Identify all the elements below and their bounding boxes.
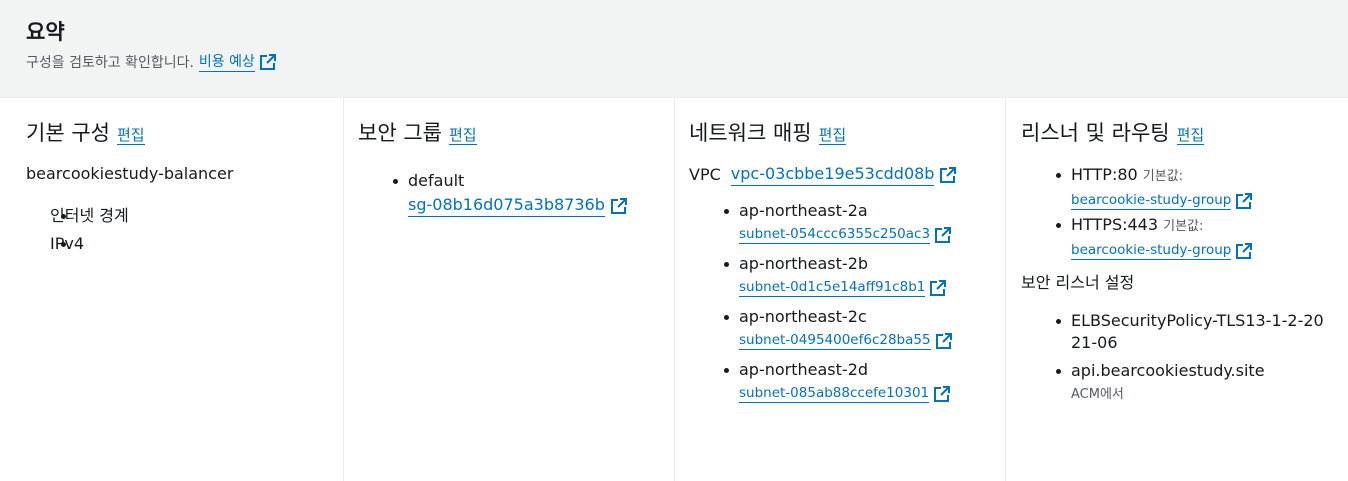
load-balancer-name: bearcookiestudy-balancer bbox=[26, 164, 234, 183]
listener-protocol: HTTPS:443 bbox=[1071, 215, 1159, 234]
subnet-link[interactable]: subnet-0495400ef6c28ba55 bbox=[739, 331, 931, 350]
certificate-domain: api.bearcookiestudy.site bbox=[1071, 361, 1265, 380]
basic-config-section: 기본 구성 편집 bearcookiestudy-balancer 인터넷 경계… bbox=[0, 98, 344, 481]
availability-zone: ap-northeast-2b bbox=[739, 254, 869, 273]
security-group-id-link[interactable]: sg-08b16d075a3b8736b bbox=[408, 194, 605, 217]
basic-config-title: 기본 구성 bbox=[26, 121, 110, 145]
external-link-icon[interactable] bbox=[610, 197, 628, 215]
summary-columns: 기본 구성 편집 bearcookiestudy-balancer 인터넷 경계… bbox=[0, 98, 1348, 481]
secure-listener-list: ELBSecurityPolicy-TLS13-1-2-2021-06 api.… bbox=[1021, 310, 1336, 406]
security-group-title: 보안 그룹 bbox=[358, 121, 442, 145]
vpc-row: VPC vpc-03cbbe19e53cdd08b bbox=[689, 163, 993, 186]
target-group-link[interactable]: bearcookie-study-group bbox=[1071, 191, 1232, 210]
list-item: default sg-08b16d075a3b8736b bbox=[358, 170, 662, 217]
subnet-list: ap-northeast-2a subnet-054ccc6355c250ac3… bbox=[689, 200, 993, 403]
security-group-name: default bbox=[408, 171, 465, 190]
list-item: ELBSecurityPolicy-TLS13-1-2-2021-06 bbox=[1021, 310, 1336, 354]
external-link-icon[interactable] bbox=[935, 332, 953, 350]
network-mapping-title: 네트워크 매핑 bbox=[689, 121, 812, 145]
security-policy: ELBSecurityPolicy-TLS13-1-2-2021-06 bbox=[1071, 311, 1324, 352]
external-link-icon[interactable] bbox=[934, 226, 952, 244]
list-item: 인터넷 경계 bbox=[26, 205, 331, 227]
security-group-title-row: 보안 그룹 편집 bbox=[358, 118, 662, 148]
basic-config-list: 인터넷 경계 IPv4 bbox=[26, 205, 331, 255]
list-item: ap-northeast-2d subnet-085ab88ccefe10301 bbox=[689, 359, 993, 403]
list-item: IPv4 bbox=[26, 233, 331, 255]
listeners-title-row: 리스너 및 라우팅 편집 bbox=[1021, 118, 1336, 148]
list-item: api.bearcookiestudy.site ACM에서 bbox=[1021, 360, 1336, 406]
subnet-link[interactable]: subnet-0d1c5e14aff91c8b1 bbox=[739, 278, 926, 297]
default-label: 기본값: bbox=[1142, 169, 1184, 184]
availability-zone: ap-northeast-2c bbox=[739, 307, 867, 326]
network-mapping-section: 네트워크 매핑 편집 VPC vpc-03cbbe19e53cdd08b ap-… bbox=[675, 98, 1006, 481]
network-mapping-edit-link[interactable]: 편집 bbox=[818, 126, 847, 145]
external-link-icon[interactable] bbox=[929, 279, 947, 297]
certificate-source: ACM에서 bbox=[1071, 387, 1124, 402]
listeners-routing-section: 리스너 및 라우팅 편집 HTTP:80 기본값: bearcookie-stu… bbox=[1006, 98, 1348, 481]
page-title: 요약 bbox=[26, 20, 65, 44]
external-link-icon[interactable] bbox=[1235, 242, 1253, 260]
external-link-icon[interactable] bbox=[939, 166, 957, 184]
vpc-label: VPC bbox=[689, 164, 721, 184]
listener-list: HTTP:80 기본값: bearcookie-study-group HTTP… bbox=[1021, 164, 1336, 260]
listeners-title: 리스너 및 라우팅 bbox=[1021, 121, 1170, 145]
listeners-edit-link[interactable]: 편집 bbox=[1176, 126, 1205, 145]
security-group-section: 보안 그룹 편집 default sg-08b16d075a3b8736b bbox=[344, 98, 675, 481]
security-group-list: default sg-08b16d075a3b8736b bbox=[358, 170, 662, 217]
description-text: 구성을 검토하고 확인합니다. bbox=[26, 55, 194, 71]
availability-zone: ap-northeast-2d bbox=[739, 360, 869, 379]
basic-config-title-row: 기본 구성 편집 bbox=[26, 118, 331, 148]
vpc-id-link[interactable]: vpc-03cbbe19e53cdd08b bbox=[730, 163, 935, 186]
list-item: HTTP:80 기본값: bearcookie-study-group bbox=[1021, 164, 1336, 210]
network-mapping-title-row: 네트워크 매핑 편집 bbox=[689, 118, 993, 148]
target-group-link[interactable]: bearcookie-study-group bbox=[1071, 241, 1232, 260]
external-link-icon[interactable] bbox=[259, 53, 277, 71]
availability-zone: ap-northeast-2a bbox=[739, 201, 868, 220]
subnet-link[interactable]: subnet-054ccc6355c250ac3 bbox=[739, 225, 931, 244]
secure-listener-title: 보안 리스너 설정 bbox=[1021, 273, 1135, 292]
external-link-icon[interactable] bbox=[933, 385, 951, 403]
list-item: ap-northeast-2c subnet-0495400ef6c28ba55 bbox=[689, 306, 993, 350]
listener-protocol: HTTP:80 bbox=[1071, 165, 1138, 184]
list-item: ap-northeast-2a subnet-054ccc6355c250ac3 bbox=[689, 200, 993, 244]
list-item: HTTPS:443 기본값: bearcookie-study-group bbox=[1021, 214, 1336, 260]
subnet-link[interactable]: subnet-085ab88ccefe10301 bbox=[739, 384, 930, 403]
list-item: ap-northeast-2b subnet-0d1c5e14aff91c8b1 bbox=[689, 253, 993, 297]
security-group-edit-link[interactable]: 편집 bbox=[448, 126, 477, 145]
basic-config-edit-link[interactable]: 편집 bbox=[116, 126, 145, 145]
cost-estimate-link[interactable]: 비용 예상 bbox=[198, 53, 255, 72]
external-link-icon[interactable] bbox=[1235, 192, 1253, 210]
summary-description: 구성을 검토하고 확인합니다. 비용 예상 bbox=[26, 52, 1322, 72]
default-label: 기본값: bbox=[1163, 219, 1204, 234]
summary-header: 요약 구성을 검토하고 확인합니다. 비용 예상 bbox=[0, 0, 1348, 98]
